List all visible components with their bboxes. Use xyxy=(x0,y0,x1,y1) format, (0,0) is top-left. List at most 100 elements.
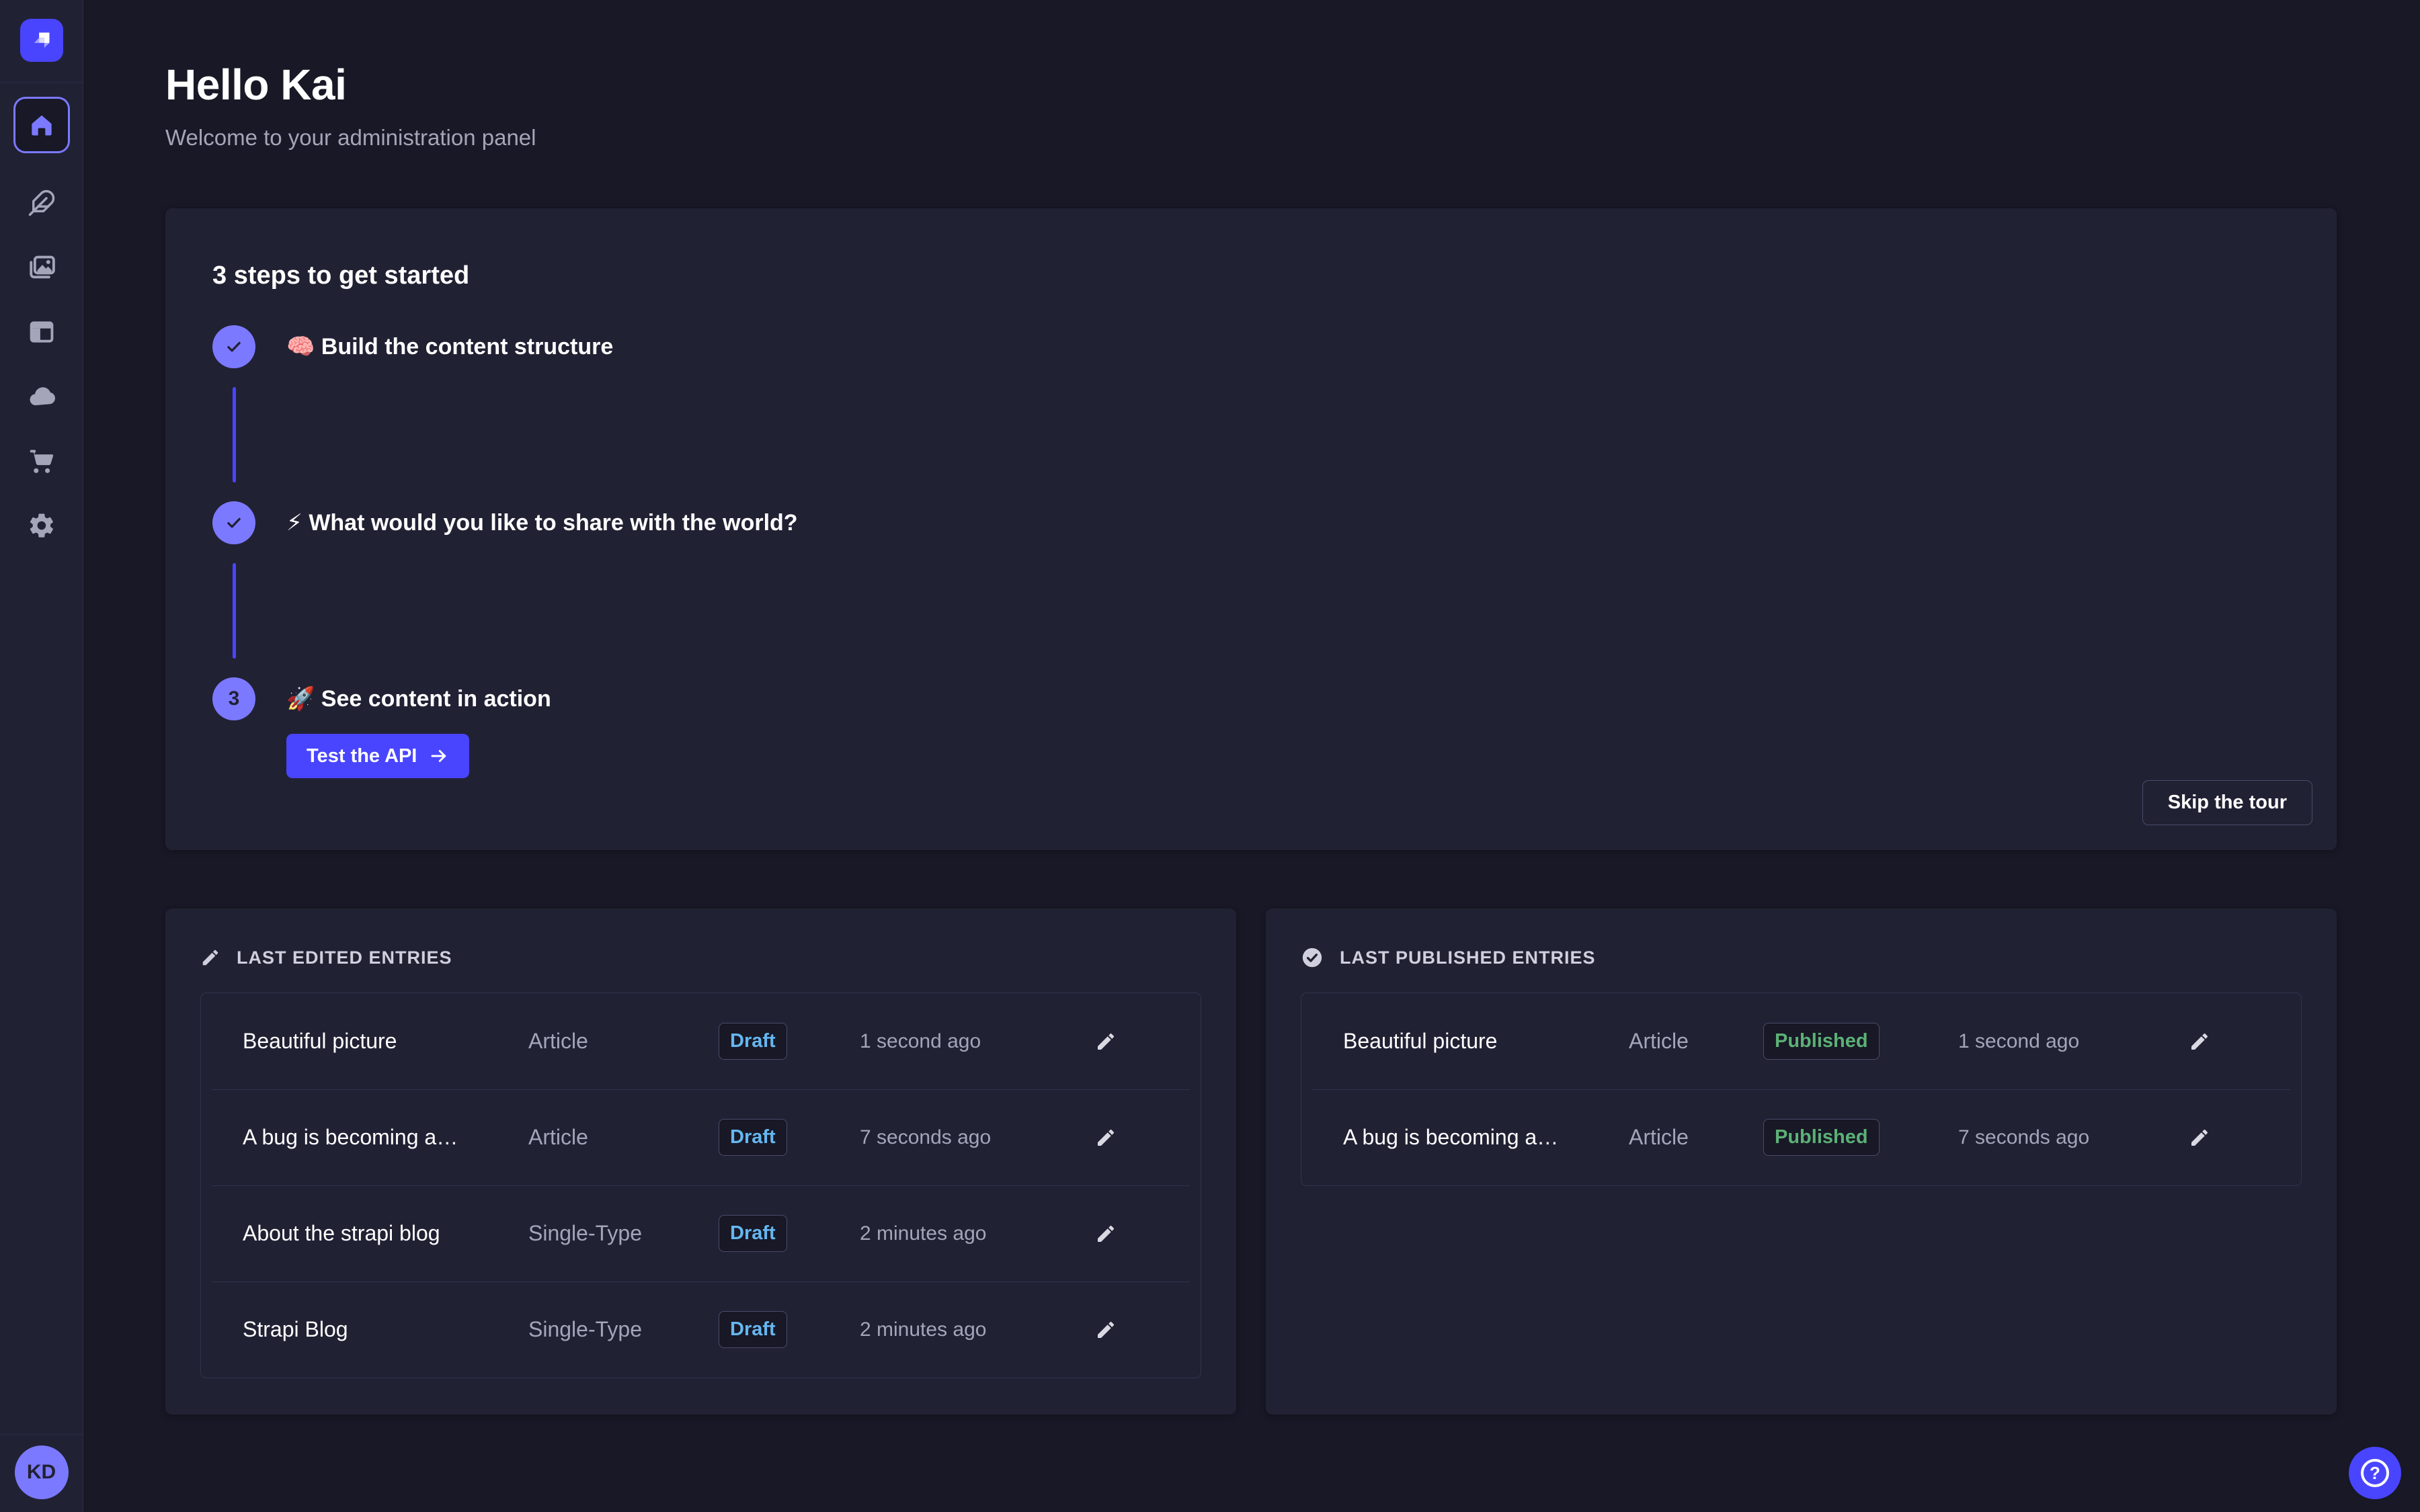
step-row: ⚡ What would you like to share with the … xyxy=(212,501,2290,544)
status-badge: Draft xyxy=(719,1119,787,1156)
feather-icon xyxy=(28,189,56,217)
edit-entry-button[interactable] xyxy=(1095,1127,1117,1148)
entry-time: 2 minutes ago xyxy=(860,1318,1095,1341)
edit-pencil-icon xyxy=(2189,1031,2210,1052)
cloud-icon xyxy=(28,382,56,411)
edit-entry-button[interactable] xyxy=(2189,1127,2210,1148)
home-icon xyxy=(28,112,55,138)
sidebar-item-marketplace[interactable] xyxy=(13,446,70,476)
help-button[interactable]: ? xyxy=(2349,1447,2401,1499)
page-subtitle: Welcome to your administration panel xyxy=(165,124,2337,151)
last-edited-card: LAST EDITED ENTRIES Beautiful picture Ar… xyxy=(165,909,1236,1415)
user-avatar[interactable]: KD xyxy=(15,1445,69,1499)
entry-type: Single-Type xyxy=(528,1317,719,1342)
status-badge: Draft xyxy=(719,1023,787,1060)
table-row[interactable]: A bug is becoming a… Article Draft 7 sec… xyxy=(201,1089,1201,1185)
check-icon xyxy=(224,337,244,357)
status-badge: Draft xyxy=(719,1215,787,1252)
entry-title: Beautiful picture xyxy=(1343,1029,1629,1054)
test-api-button[interactable]: Test the API xyxy=(286,734,469,778)
step-1-label: 🧠 Build the content structure xyxy=(286,333,613,360)
marketplace-cart-icon xyxy=(28,447,56,475)
last-published-title: LAST PUBLISHED ENTRIES xyxy=(1340,948,1596,968)
last-published-table: Beautiful picture Article Published 1 se… xyxy=(1301,993,2302,1186)
entry-type: Article xyxy=(1629,1029,1763,1054)
skip-tour-button[interactable]: Skip the tour xyxy=(2142,780,2312,825)
sidebar: KD xyxy=(0,0,83,1512)
entry-title: Strapi Blog xyxy=(243,1317,528,1342)
status-badge: Draft xyxy=(719,1311,787,1348)
entries-cards-row: LAST EDITED ENTRIES Beautiful picture Ar… xyxy=(165,909,2337,1415)
strapi-logo-mark xyxy=(26,25,57,56)
step-3-label: 🚀 See content in action xyxy=(286,685,551,712)
last-published-header: LAST PUBLISHED ENTRIES xyxy=(1301,946,2302,969)
entry-title: A bug is becoming a… xyxy=(1343,1125,1629,1150)
sidebar-divider xyxy=(0,82,83,83)
test-api-label: Test the API xyxy=(307,745,417,767)
last-edited-title: LAST EDITED ENTRIES xyxy=(237,948,452,968)
step-2-circle xyxy=(212,501,255,544)
sidebar-bottom: KD xyxy=(0,1434,83,1512)
status-badge: Published xyxy=(1763,1023,1880,1060)
sidebar-nav xyxy=(13,97,70,540)
onboarding-card: 3 steps to get started 🧠 Build the conte… xyxy=(165,208,2337,850)
edit-pencil-icon xyxy=(1095,1127,1117,1148)
sidebar-item-settings[interactable] xyxy=(13,511,70,540)
arrow-right-icon xyxy=(429,746,449,766)
check-icon xyxy=(224,513,244,533)
pencil-icon xyxy=(200,948,220,968)
media-library-icon xyxy=(28,253,56,282)
entry-type: Single-Type xyxy=(528,1221,719,1246)
edit-pencil-icon xyxy=(1095,1319,1117,1341)
edit-entry-button[interactable] xyxy=(1095,1319,1117,1341)
entry-time: 2 minutes ago xyxy=(860,1222,1095,1245)
sidebar-item-home[interactable] xyxy=(13,97,70,153)
sidebar-item-content-manager[interactable] xyxy=(13,317,70,347)
main-content: Hello Kai Welcome to your administration… xyxy=(83,0,2420,1512)
last-edited-table: Beautiful picture Article Draft 1 second… xyxy=(200,993,1201,1378)
step-1-circle xyxy=(212,325,255,368)
table-row[interactable]: Beautiful picture Article Draft 1 second… xyxy=(201,993,1201,1089)
table-row[interactable]: About the strapi blog Single-Type Draft … xyxy=(201,1185,1201,1282)
entry-time: 1 second ago xyxy=(1958,1030,2180,1053)
check-circle-icon xyxy=(1301,946,1324,969)
entry-time: 7 seconds ago xyxy=(860,1126,1095,1149)
entry-type: Article xyxy=(528,1029,719,1054)
last-published-card: LAST PUBLISHED ENTRIES Beautiful picture… xyxy=(1266,909,2337,1415)
step-3-circle: 3 xyxy=(212,677,255,720)
step-2-label: ⚡ What would you like to share with the … xyxy=(286,509,798,536)
step-row: 🧠 Build the content structure xyxy=(212,325,2290,368)
page-title: Hello Kai xyxy=(165,59,2337,111)
entry-time: 7 seconds ago xyxy=(1958,1126,2180,1149)
step-connector xyxy=(233,563,236,659)
edit-entry-button[interactable] xyxy=(2189,1031,2210,1052)
sidebar-item-deploy[interactable] xyxy=(13,382,70,411)
table-row[interactable]: Strapi Blog Single-Type Draft 2 minutes … xyxy=(201,1282,1201,1378)
entry-type: Article xyxy=(1629,1125,1763,1150)
sidebar-item-content-type-builder[interactable] xyxy=(13,188,70,218)
edit-pencil-icon xyxy=(2189,1127,2210,1148)
status-badge: Published xyxy=(1763,1119,1880,1156)
strapi-logo-icon[interactable] xyxy=(20,19,63,62)
last-edited-header: LAST EDITED ENTRIES xyxy=(200,946,1201,969)
table-row[interactable]: A bug is becoming a… Article Published 7… xyxy=(1301,1089,2301,1185)
step-3-number: 3 xyxy=(229,687,240,710)
sidebar-divider xyxy=(0,1434,83,1435)
entry-type: Article xyxy=(528,1125,719,1150)
step-row: 3 🚀 See content in action xyxy=(212,677,2290,720)
question-mark-icon: ? xyxy=(2361,1459,2389,1487)
steps-list: 🧠 Build the content structure ⚡ What wou… xyxy=(212,325,2290,778)
entry-title: Beautiful picture xyxy=(243,1029,528,1054)
table-row[interactable]: Beautiful picture Article Published 1 se… xyxy=(1301,993,2301,1089)
entry-time: 1 second ago xyxy=(860,1030,1095,1053)
sidebar-item-media-library[interactable] xyxy=(13,253,70,282)
edit-entry-button[interactable] xyxy=(1095,1031,1117,1052)
settings-gear-icon xyxy=(28,511,56,540)
edit-entry-button[interactable] xyxy=(1095,1223,1117,1245)
edit-pencil-icon xyxy=(1095,1223,1117,1245)
entry-title: About the strapi blog xyxy=(243,1221,528,1246)
content-manager-icon xyxy=(28,318,56,346)
edit-pencil-icon xyxy=(1095,1031,1117,1052)
onboarding-title: 3 steps to get started xyxy=(212,261,2290,290)
step-connector xyxy=(233,387,236,482)
